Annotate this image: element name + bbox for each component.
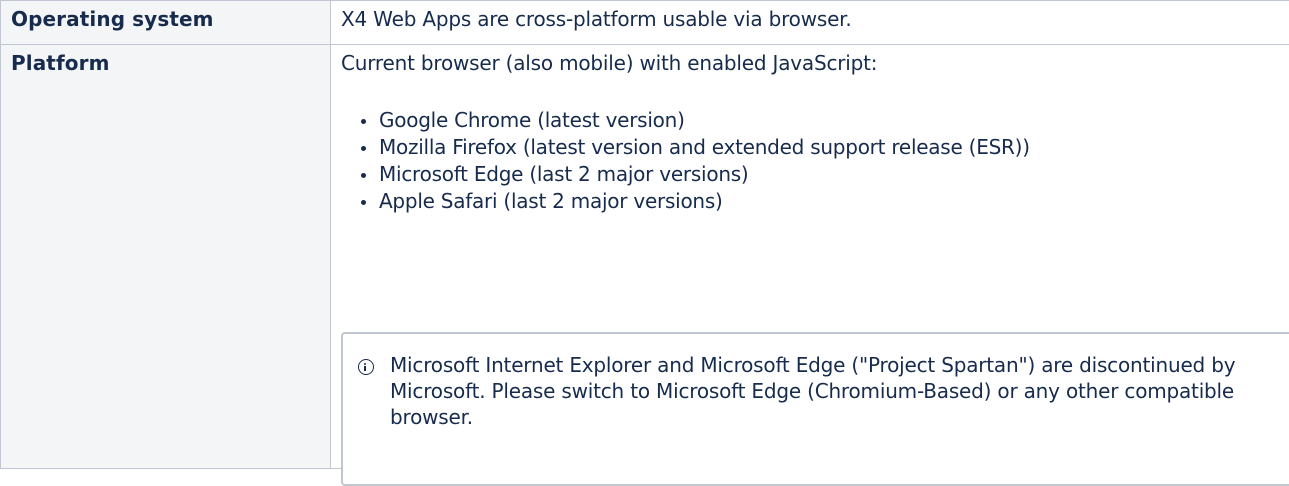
- list-item: Microsoft Edge (last 2 major versions): [357, 161, 1289, 188]
- table-row-platform: Platform Current browser (also mobile) w…: [1, 45, 1289, 469]
- requirements-table: Operating system X4 Web Apps are cross-p…: [0, 0, 1289, 469]
- bullet-icon: [361, 146, 366, 151]
- bullet-icon: [361, 200, 366, 205]
- row-header-operating-system: Operating system: [1, 1, 331, 45]
- bullet-icon: [361, 173, 366, 178]
- row-header-label: Operating system: [11, 7, 214, 31]
- browser-name: Microsoft Edge (last 2 major versions): [379, 162, 748, 186]
- info-note-text: Microsoft Internet Explorer and Microsof…: [390, 352, 1270, 430]
- row-header-label: Platform: [11, 51, 110, 75]
- row-value-operating-system: X4 Web Apps are cross-platform usable vi…: [331, 1, 1289, 45]
- platform-intro-text: Current browser (also mobile) with enabl…: [341, 50, 1289, 77]
- list-item: Google Chrome (latest version): [357, 107, 1289, 134]
- list-item: Mozilla Firefox (latest version and exte…: [357, 134, 1289, 161]
- browser-name: Google Chrome (latest version): [379, 108, 685, 132]
- table-row-operating-system: Operating system X4 Web Apps are cross-p…: [1, 1, 1289, 45]
- operating-system-text: X4 Web Apps are cross-platform usable vi…: [341, 6, 1289, 33]
- bullet-icon: [361, 119, 366, 124]
- info-panel: Microsoft Internet Explorer and Microsof…: [341, 332, 1289, 486]
- row-header-platform: Platform: [1, 45, 331, 469]
- row-value-platform: Current browser (also mobile) with enabl…: [331, 45, 1289, 469]
- browser-name: Mozilla Firefox (latest version and exte…: [379, 135, 1030, 159]
- browser-name: Apple Safari (last 2 major versions): [379, 189, 723, 213]
- browser-list: Google Chrome (latest version) Mozilla F…: [341, 107, 1289, 215]
- list-item: Apple Safari (last 2 major versions): [357, 188, 1289, 215]
- info-icon: [358, 359, 374, 375]
